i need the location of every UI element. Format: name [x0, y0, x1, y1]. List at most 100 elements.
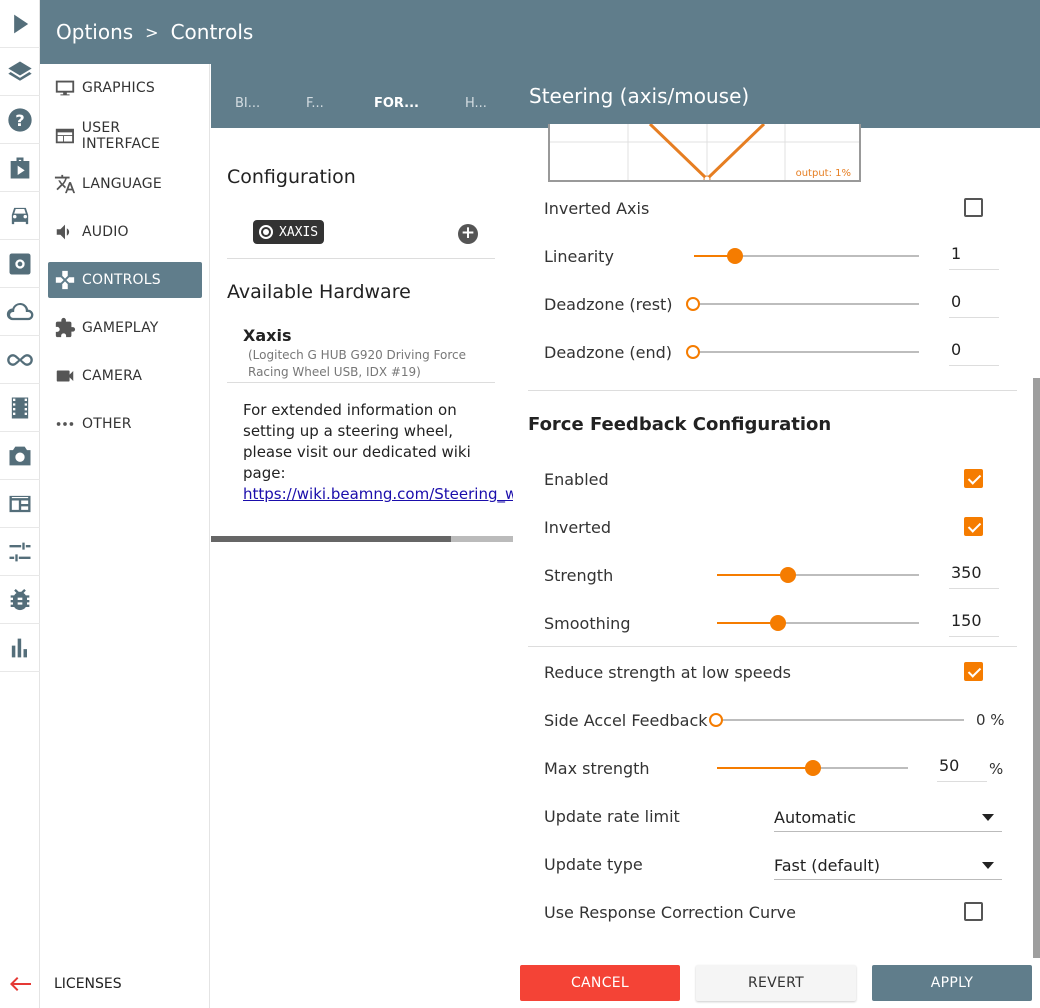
- deadzone-end-slider[interactable]: [686, 345, 919, 359]
- film-icon[interactable]: [0, 384, 40, 432]
- inverted-axis-label: Inverted Axis: [544, 199, 650, 218]
- info-text: For extended information on setting up a…: [243, 401, 471, 482]
- menu-item-camera[interactable]: CAMERA: [48, 358, 202, 394]
- deadzone-rest-value[interactable]: 0: [949, 288, 999, 318]
- apply-button[interactable]: APPLY: [872, 965, 1032, 1001]
- tab-hardware[interactable]: H...: [465, 96, 487, 111]
- reduce-strength-label: Reduce strength at low speeds: [544, 663, 791, 682]
- play-icon[interactable]: [0, 0, 40, 48]
- cloud-icon[interactable]: [0, 288, 40, 336]
- wiki-link[interactable]: https://wiki.beamng.com/Steering_w: [243, 485, 517, 503]
- menu-item-gameplay[interactable]: GAMEPLAY: [48, 310, 202, 346]
- axis-chip-label: XAXIS: [279, 224, 319, 240]
- side-accel-label: Side Accel Feedback: [544, 711, 708, 730]
- layout-icon[interactable]: [0, 480, 40, 528]
- side-accel-value: 0 %: [976, 711, 1005, 729]
- infinity-icon[interactable]: [0, 336, 40, 384]
- response-graph: output: 1%: [548, 124, 861, 182]
- menu-item-audio[interactable]: AUDIO: [48, 214, 202, 250]
- menu-item-label: GRAPHICS: [82, 80, 155, 96]
- device-detail: (Logitech G HUB G920 Driving Force Racin…: [248, 348, 466, 379]
- strength-value[interactable]: 350: [949, 559, 999, 589]
- back-arrow-icon[interactable]: [0, 960, 40, 1008]
- strength-slider[interactable]: [717, 567, 919, 583]
- smoothing-label: Smoothing: [544, 614, 631, 633]
- middle-panel: Configuration XAXIS + Available Hardware…: [211, 128, 517, 1008]
- menu-item-graphics[interactable]: GRAPHICS: [48, 70, 202, 106]
- puzzle-icon: [55, 317, 76, 338]
- deadzone-end-label: Deadzone (end): [544, 343, 673, 362]
- cancel-button[interactable]: CANCEL: [520, 965, 680, 1001]
- device-name[interactable]: Xaxis: [243, 326, 291, 345]
- axis-chip[interactable]: XAXIS: [253, 220, 325, 244]
- menu-item-language[interactable]: LANGUAGE: [48, 166, 202, 202]
- linearity-value[interactable]: 1: [949, 240, 999, 270]
- layers-icon[interactable]: [0, 48, 40, 96]
- side-accel-slider[interactable]: [709, 713, 964, 727]
- vertical-scrollbar[interactable]: [1033, 128, 1040, 958]
- controls-tabs: BI... F... FOR... H...: [211, 64, 513, 128]
- linearity-slider[interactable]: [694, 248, 919, 264]
- strength-label: Strength: [544, 566, 614, 585]
- update-type-selected: Fast (default): [774, 856, 881, 875]
- configuration-heading: Configuration: [227, 166, 356, 188]
- max-strength-label: Max strength: [544, 759, 650, 778]
- divider: [227, 258, 495, 259]
- dropdown-arrow-icon: [982, 814, 994, 821]
- gamepad-icon: [55, 270, 75, 290]
- stats-icon[interactable]: [0, 624, 40, 672]
- inverted-checkbox[interactable]: [964, 517, 983, 536]
- icon-rail: ?: [0, 0, 40, 1008]
- menu-item-controls[interactable]: CONTROLS: [48, 262, 202, 298]
- enabled-checkbox[interactable]: [964, 469, 983, 488]
- tune-icon[interactable]: [0, 528, 40, 576]
- mission-icon[interactable]: [0, 144, 40, 192]
- menu-item-other[interactable]: OTHER: [48, 406, 202, 442]
- deadzone-end-value[interactable]: 0: [949, 336, 999, 366]
- steering-title: Steering (axis/mouse): [529, 84, 750, 108]
- svg-text:?: ?: [15, 110, 24, 129]
- speaker-icon: [56, 224, 70, 240]
- bug-icon[interactable]: [0, 576, 40, 624]
- scrollbar-thumb[interactable]: [211, 536, 451, 542]
- max-strength-value[interactable]: 50: [937, 752, 987, 782]
- dropdown-arrow-icon: [982, 862, 994, 869]
- menu-item-user-interface[interactable]: USER INTERFACE: [48, 118, 202, 154]
- graph-output-label: output: 1%: [795, 168, 851, 179]
- smoothing-slider[interactable]: [717, 615, 919, 631]
- deadzone-rest-slider[interactable]: [686, 297, 919, 311]
- help-icon[interactable]: ?: [0, 96, 40, 144]
- horizontal-scrollbar[interactable]: [211, 536, 513, 542]
- linearity-label: Linearity: [544, 247, 614, 266]
- reduce-strength-checkbox[interactable]: [964, 662, 983, 681]
- tab-filters[interactable]: F...: [306, 96, 324, 111]
- monitor-icon: [55, 80, 75, 96]
- smoothing-value[interactable]: 150: [949, 607, 999, 637]
- tab-bindings[interactable]: BI...: [235, 96, 260, 111]
- options-menu: GRAPHICS USER INTERFACE LANGUAGE AUDIO C…: [40, 64, 210, 1008]
- update-type-select[interactable]: Fast (default): [774, 850, 1002, 880]
- update-rate-selected: Automatic: [774, 808, 857, 827]
- tab-force-feedback[interactable]: FOR...: [374, 96, 419, 111]
- menu-item-label: CONTROLS: [82, 272, 161, 288]
- menu-item-label: USER INTERFACE: [81, 120, 161, 152]
- update-rate-label: Update rate limit: [544, 807, 680, 826]
- more-icon: [56, 422, 74, 426]
- licenses-link[interactable]: LICENSES: [40, 960, 210, 1008]
- max-strength-slider[interactable]: [717, 760, 908, 776]
- response-curve-checkbox[interactable]: [964, 902, 983, 921]
- add-binding-icon[interactable]: +: [458, 224, 478, 244]
- settings-icon[interactable]: [0, 240, 40, 288]
- update-type-label: Update type: [544, 855, 643, 874]
- camera-icon[interactable]: [0, 432, 40, 480]
- translate-icon: [54, 174, 76, 194]
- section-divider: [528, 646, 1017, 647]
- revert-button[interactable]: REVERT: [696, 965, 856, 1001]
- available-hardware-heading: Available Hardware: [227, 281, 411, 303]
- update-rate-select[interactable]: Automatic: [774, 802, 1002, 832]
- breadcrumb-options[interactable]: Options: [56, 20, 133, 44]
- scrollbar-thumb[interactable]: [1033, 378, 1040, 958]
- breadcrumb-separator: >: [145, 22, 159, 42]
- inverted-axis-checkbox[interactable]: [964, 198, 983, 217]
- car-icon[interactable]: [0, 192, 40, 240]
